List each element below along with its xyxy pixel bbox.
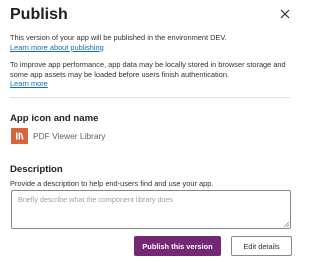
dialog-title: Publish xyxy=(10,6,68,23)
section-divider xyxy=(10,97,290,98)
resize-grip-icon[interactable] xyxy=(283,221,289,227)
intro-text: This version of your app will be publish… xyxy=(10,33,227,42)
edit-details-button[interactable]: Edit details xyxy=(231,236,292,256)
publish-this-version-button[interactable]: Publish this version xyxy=(134,236,221,256)
description-input[interactable]: Briefly describe what the component libr… xyxy=(11,190,291,229)
intro-paragraph: This version of your app will be publish… xyxy=(10,33,292,52)
learn-more-publishing-link[interactable]: Learn more about publishing xyxy=(10,43,104,52)
app-name: PDF Viewer Library xyxy=(33,131,106,141)
description-help-text: Provide a description to help end-users … xyxy=(10,179,214,188)
performance-text: To improve app performance, app data may… xyxy=(10,60,286,79)
learn-more-link[interactable]: Learn more xyxy=(10,79,48,88)
app-library-icon xyxy=(11,128,28,144)
app-icon-name-heading: App icon and name xyxy=(10,113,99,124)
description-placeholder: Briefly describe what the component libr… xyxy=(18,195,174,204)
description-heading: Description xyxy=(10,164,63,175)
performance-paragraph: To improve app performance, app data may… xyxy=(10,60,292,89)
close-icon[interactable] xyxy=(278,7,292,21)
